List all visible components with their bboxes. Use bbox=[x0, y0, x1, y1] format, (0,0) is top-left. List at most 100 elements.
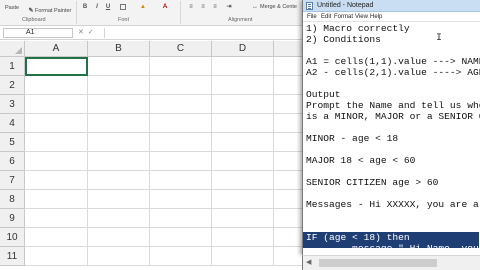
cell-a11[interactable] bbox=[25, 247, 88, 266]
column-header-a[interactable]: A bbox=[25, 41, 88, 57]
column-header-d[interactable]: D bbox=[212, 41, 274, 57]
menu-view[interactable]: View bbox=[355, 13, 368, 21]
cell-b10[interactable] bbox=[88, 228, 150, 247]
underline-button[interactable]: U bbox=[105, 4, 111, 10]
cell-b2[interactable] bbox=[88, 76, 150, 95]
cell-a3[interactable] bbox=[25, 95, 88, 114]
cell-b3[interactable] bbox=[88, 95, 150, 114]
cell-d4[interactable] bbox=[212, 114, 274, 133]
menu-edit[interactable]: Edit bbox=[321, 13, 331, 21]
cell-c2[interactable] bbox=[150, 76, 212, 95]
cell-d6[interactable] bbox=[212, 152, 274, 171]
clipboard-group-label: Clipboard bbox=[22, 17, 46, 23]
notepad-menubar: File Edit Format View Help bbox=[303, 12, 480, 22]
cell-a8[interactable] bbox=[25, 190, 88, 209]
cell-a2[interactable] bbox=[25, 76, 88, 95]
cell-d2[interactable] bbox=[212, 76, 274, 95]
row-header-6[interactable]: 6 bbox=[0, 152, 25, 171]
italic-button[interactable]: I bbox=[94, 4, 100, 10]
cell-c9[interactable] bbox=[150, 209, 212, 228]
indent-icon[interactable]: ⇥ bbox=[226, 4, 232, 10]
font-color-icon[interactable]: A bbox=[162, 4, 168, 10]
cell-a5[interactable] bbox=[25, 133, 88, 152]
menu-format[interactable]: Format bbox=[334, 13, 353, 21]
cell-c6[interactable] bbox=[150, 152, 212, 171]
text-line: SENIOR CITIZEN age > 60 bbox=[306, 177, 439, 188]
text-line: MAJOR 18 < age < 60 bbox=[306, 155, 416, 166]
scroll-left-icon[interactable]: ◀ bbox=[306, 258, 311, 266]
text-line: A1 = cells(1,1).value ---> NAME bbox=[306, 56, 480, 67]
name-box[interactable]: A1 bbox=[3, 28, 73, 38]
paste-button[interactable]: Paste bbox=[5, 5, 19, 11]
borders-icon[interactable] bbox=[120, 4, 126, 10]
row-header-11[interactable]: 11 bbox=[0, 247, 25, 266]
cell-c11[interactable] bbox=[150, 247, 212, 266]
cell-c4[interactable] bbox=[150, 114, 212, 133]
row-header-1[interactable]: 1 bbox=[0, 57, 25, 76]
menu-help[interactable]: Help bbox=[370, 13, 382, 21]
column-header-b[interactable]: B bbox=[88, 41, 150, 57]
cell-b6[interactable] bbox=[88, 152, 150, 171]
cell-a1[interactable] bbox=[25, 57, 88, 76]
cell-a7[interactable] bbox=[25, 171, 88, 190]
column-header-c[interactable]: C bbox=[150, 41, 212, 57]
text-line: MINOR - age < 18 bbox=[306, 133, 399, 144]
align-right-icon[interactable]: ≡ bbox=[212, 4, 218, 10]
row-header-4[interactable]: 4 bbox=[0, 114, 25, 133]
cell-d9[interactable] bbox=[212, 209, 274, 228]
selected-text-line: message " Hi Name, you a bbox=[303, 243, 479, 248]
cell-d8[interactable] bbox=[212, 190, 274, 209]
row-header-9[interactable]: 9 bbox=[0, 209, 25, 228]
notepad-title: Untitled - Notepad bbox=[317, 2, 374, 9]
cell-b5[interactable] bbox=[88, 133, 150, 152]
fill-color-icon[interactable]: ▲ bbox=[140, 4, 146, 10]
bold-button[interactable]: B bbox=[82, 4, 88, 10]
cell-c1[interactable] bbox=[150, 57, 212, 76]
notepad-horizontal-scrollbar[interactable]: ◀ bbox=[302, 255, 480, 270]
formula-bar-icons: ✕✓ bbox=[78, 29, 98, 36]
cell-a9[interactable] bbox=[25, 209, 88, 228]
cell-a10[interactable] bbox=[25, 228, 88, 247]
cell-b7[interactable] bbox=[88, 171, 150, 190]
merge-center-button[interactable]: Merge & Cente bbox=[260, 4, 297, 10]
notepad-app-icon bbox=[306, 2, 313, 10]
cell-b9[interactable] bbox=[88, 209, 150, 228]
align-left-icon[interactable]: ≡ bbox=[188, 4, 194, 10]
cell-d3[interactable] bbox=[212, 95, 274, 114]
cell-c3[interactable] bbox=[150, 95, 212, 114]
cell-b1[interactable] bbox=[88, 57, 150, 76]
text-line: Messages - Hi XXXXX, you are a bbox=[306, 199, 479, 210]
menu-file[interactable]: File bbox=[307, 13, 317, 21]
cell-b8[interactable] bbox=[88, 190, 150, 209]
cell-d7[interactable] bbox=[212, 171, 274, 190]
row-header-5[interactable]: 5 bbox=[0, 133, 25, 152]
row-header-7[interactable]: 7 bbox=[0, 171, 25, 190]
align-center-icon[interactable]: ≡ bbox=[200, 4, 206, 10]
merge-center-icon: ↔ bbox=[252, 4, 258, 10]
cell-c10[interactable] bbox=[150, 228, 212, 247]
cell-d5[interactable] bbox=[212, 133, 274, 152]
notepad-text-area[interactable]: 1) Macro correctly 2) Conditions A1 = cell… bbox=[303, 22, 480, 248]
cell-d11[interactable] bbox=[212, 247, 274, 266]
cell-a6[interactable] bbox=[25, 152, 88, 171]
formula-input[interactable] bbox=[104, 28, 304, 38]
cell-d10[interactable] bbox=[212, 228, 274, 247]
row-header-3[interactable]: 3 bbox=[0, 95, 25, 114]
row-header-2[interactable]: 2 bbox=[0, 76, 25, 95]
scrollbar-thumb[interactable] bbox=[319, 259, 437, 267]
cell-b11[interactable] bbox=[88, 247, 150, 266]
alignment-group-label: Alignment bbox=[228, 17, 253, 23]
row-header-10[interactable]: 10 bbox=[0, 228, 25, 247]
cell-d1[interactable] bbox=[212, 57, 274, 76]
cell-b4[interactable] bbox=[88, 114, 150, 133]
cell-c7[interactable] bbox=[150, 171, 212, 190]
notepad-titlebar[interactable]: Untitled - Notepad bbox=[303, 0, 480, 12]
cell-c5[interactable] bbox=[150, 133, 212, 152]
row-header-8[interactable]: 8 bbox=[0, 190, 25, 209]
select-all-corner[interactable] bbox=[0, 41, 25, 57]
text-line: Output bbox=[306, 89, 341, 100]
cell-a4[interactable] bbox=[25, 114, 88, 133]
text-line: 2) Conditions bbox=[306, 34, 381, 45]
format-painter-button[interactable]: Format Painter bbox=[35, 8, 71, 14]
cell-c8[interactable] bbox=[150, 190, 212, 209]
